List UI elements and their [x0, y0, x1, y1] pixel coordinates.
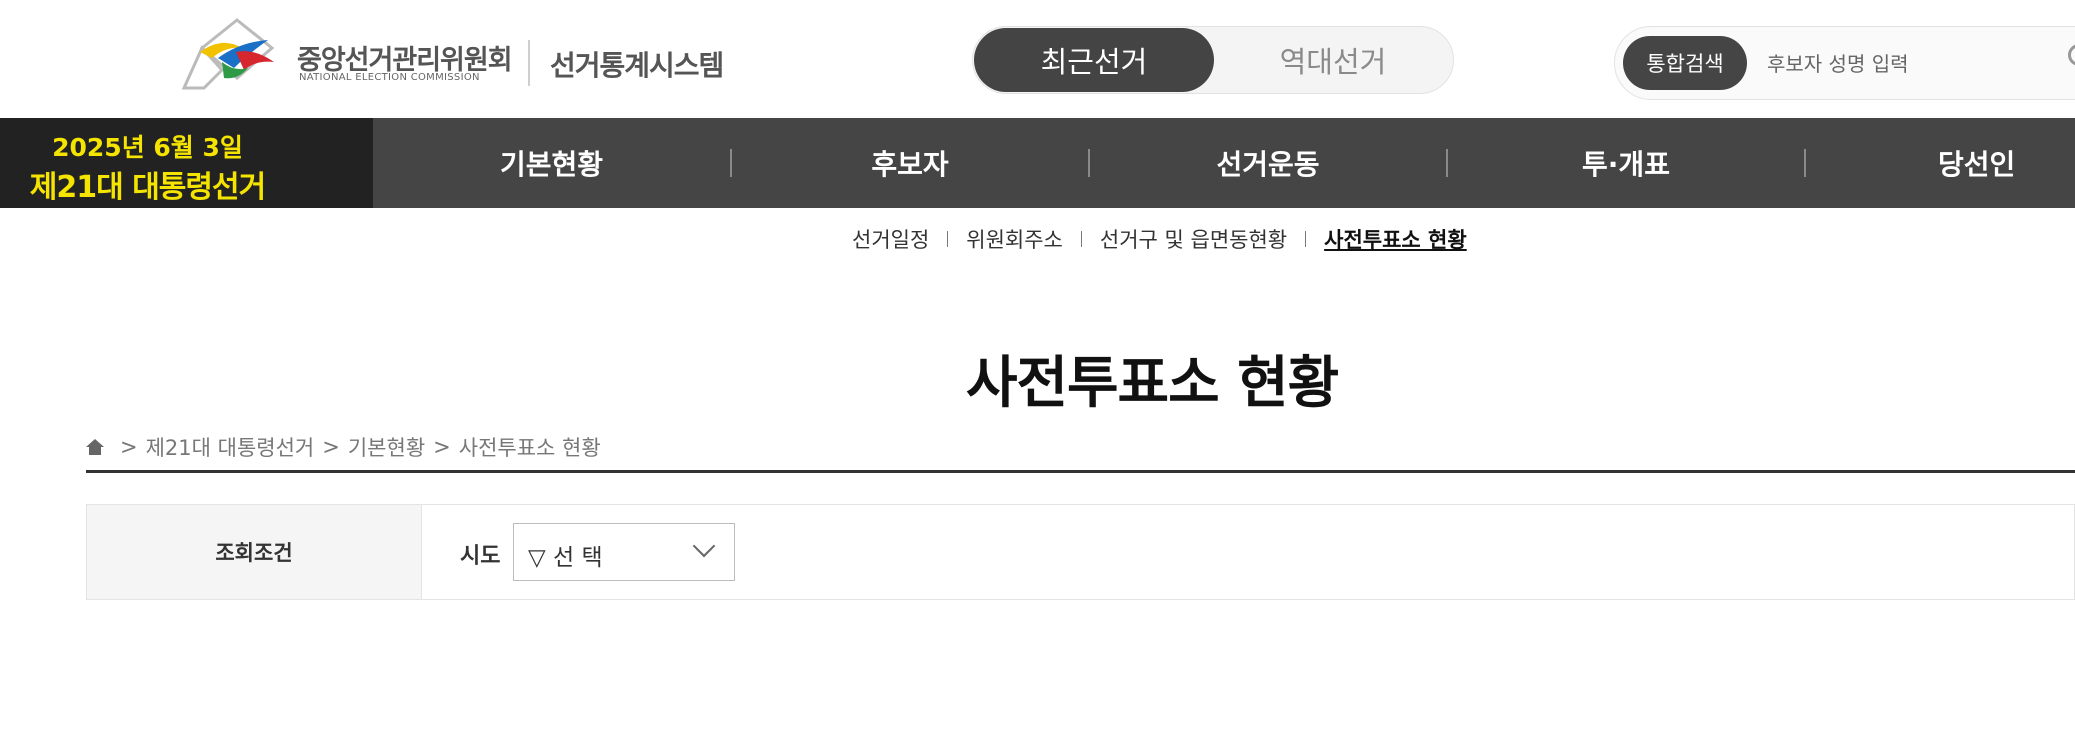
subnav-item-districts[interactable]: 선거구 및 읍면동현황 [1100, 224, 1287, 254]
toggle-past-elections[interactable]: 역대선거 [1213, 28, 1453, 92]
subnav-divider [947, 231, 949, 247]
search-scope-button[interactable]: 통합검색 [1623, 36, 1747, 90]
subnav-divider [1080, 231, 1082, 247]
home-icon[interactable] [86, 439, 104, 455]
page-title: 사전투표소 현황 [966, 351, 1339, 416]
breadcrumb-item-current: 사전투표소 현황 [458, 436, 601, 460]
logo-divider [528, 40, 530, 86]
sido-select-value: ▽ 선 택 [528, 545, 603, 571]
chevron-down-icon [692, 534, 716, 558]
toggle-recent-elections[interactable]: 최근선거 [974, 28, 1214, 92]
sido-label: 시도 [460, 544, 501, 569]
subnav-divider [1305, 231, 1307, 247]
nav-item-campaign[interactable]: 선거운동 [1090, 118, 1446, 208]
header: 중앙선거관리위원회 NATIONAL ELECTION COMMISSION 선… [0, 0, 2075, 118]
filter-label: 조회조건 [87, 505, 422, 599]
search-bar: 통합검색 [1614, 26, 2075, 100]
breadcrumb-item-basic-status[interactable]: 기본현황 [348, 432, 425, 462]
election-name: 제21대 대통령선거 [29, 170, 266, 205]
org-name-en: NATIONAL ELECTION COMMISSION [299, 72, 480, 83]
sub-nav: 선거일정 위원회주소 선거구 및 읍면동현황 사전투표소 현황 [852, 224, 1467, 254]
election-info: 2025년 6월 3일 제21대 대통령선거 [0, 118, 373, 208]
system-name[interactable]: 선거통계시스템 [550, 44, 724, 84]
filter-panel: 조회조건 시도 ▽ 선 택 [86, 504, 2075, 600]
nav-item-candidates[interactable]: 후보자 [732, 118, 1088, 208]
nav-item-basic-status[interactable]: 기본현황 [373, 118, 730, 208]
main-nav: 2025년 6월 3일 제21대 대통령선거 기본현황 후보자 선거운동 투·개… [0, 118, 2075, 208]
search-input[interactable] [1765, 43, 2069, 85]
breadcrumb-item-election[interactable]: 제21대 대통령선거 [146, 432, 315, 462]
breadcrumb-separator: > [433, 435, 451, 459]
breadcrumb-underline [86, 470, 2075, 473]
nav-item-voting-counting[interactable]: 투·개표 [1448, 118, 1804, 208]
election-date: 2025년 6월 3일 [52, 133, 243, 162]
subnav-item-commission-address[interactable]: 위원회주소 [966, 224, 1063, 254]
breadcrumb-separator: > [322, 435, 340, 459]
election-toggle: 최근선거 역대선거 [972, 26, 1454, 94]
breadcrumb-separator: > [120, 435, 138, 459]
breadcrumb: > 제21대 대통령선거 > 기본현황 > 사전투표소 현황 [86, 432, 601, 462]
subnav-item-schedule[interactable]: 선거일정 [852, 224, 929, 254]
nec-logo[interactable] [182, 18, 282, 92]
sido-select[interactable]: ▽ 선 택 [513, 523, 735, 581]
nav-item-winners[interactable]: 당선인 [1806, 118, 2075, 208]
subnav-item-early-polling-stations[interactable]: 사전투표소 현황 [1324, 224, 1467, 254]
